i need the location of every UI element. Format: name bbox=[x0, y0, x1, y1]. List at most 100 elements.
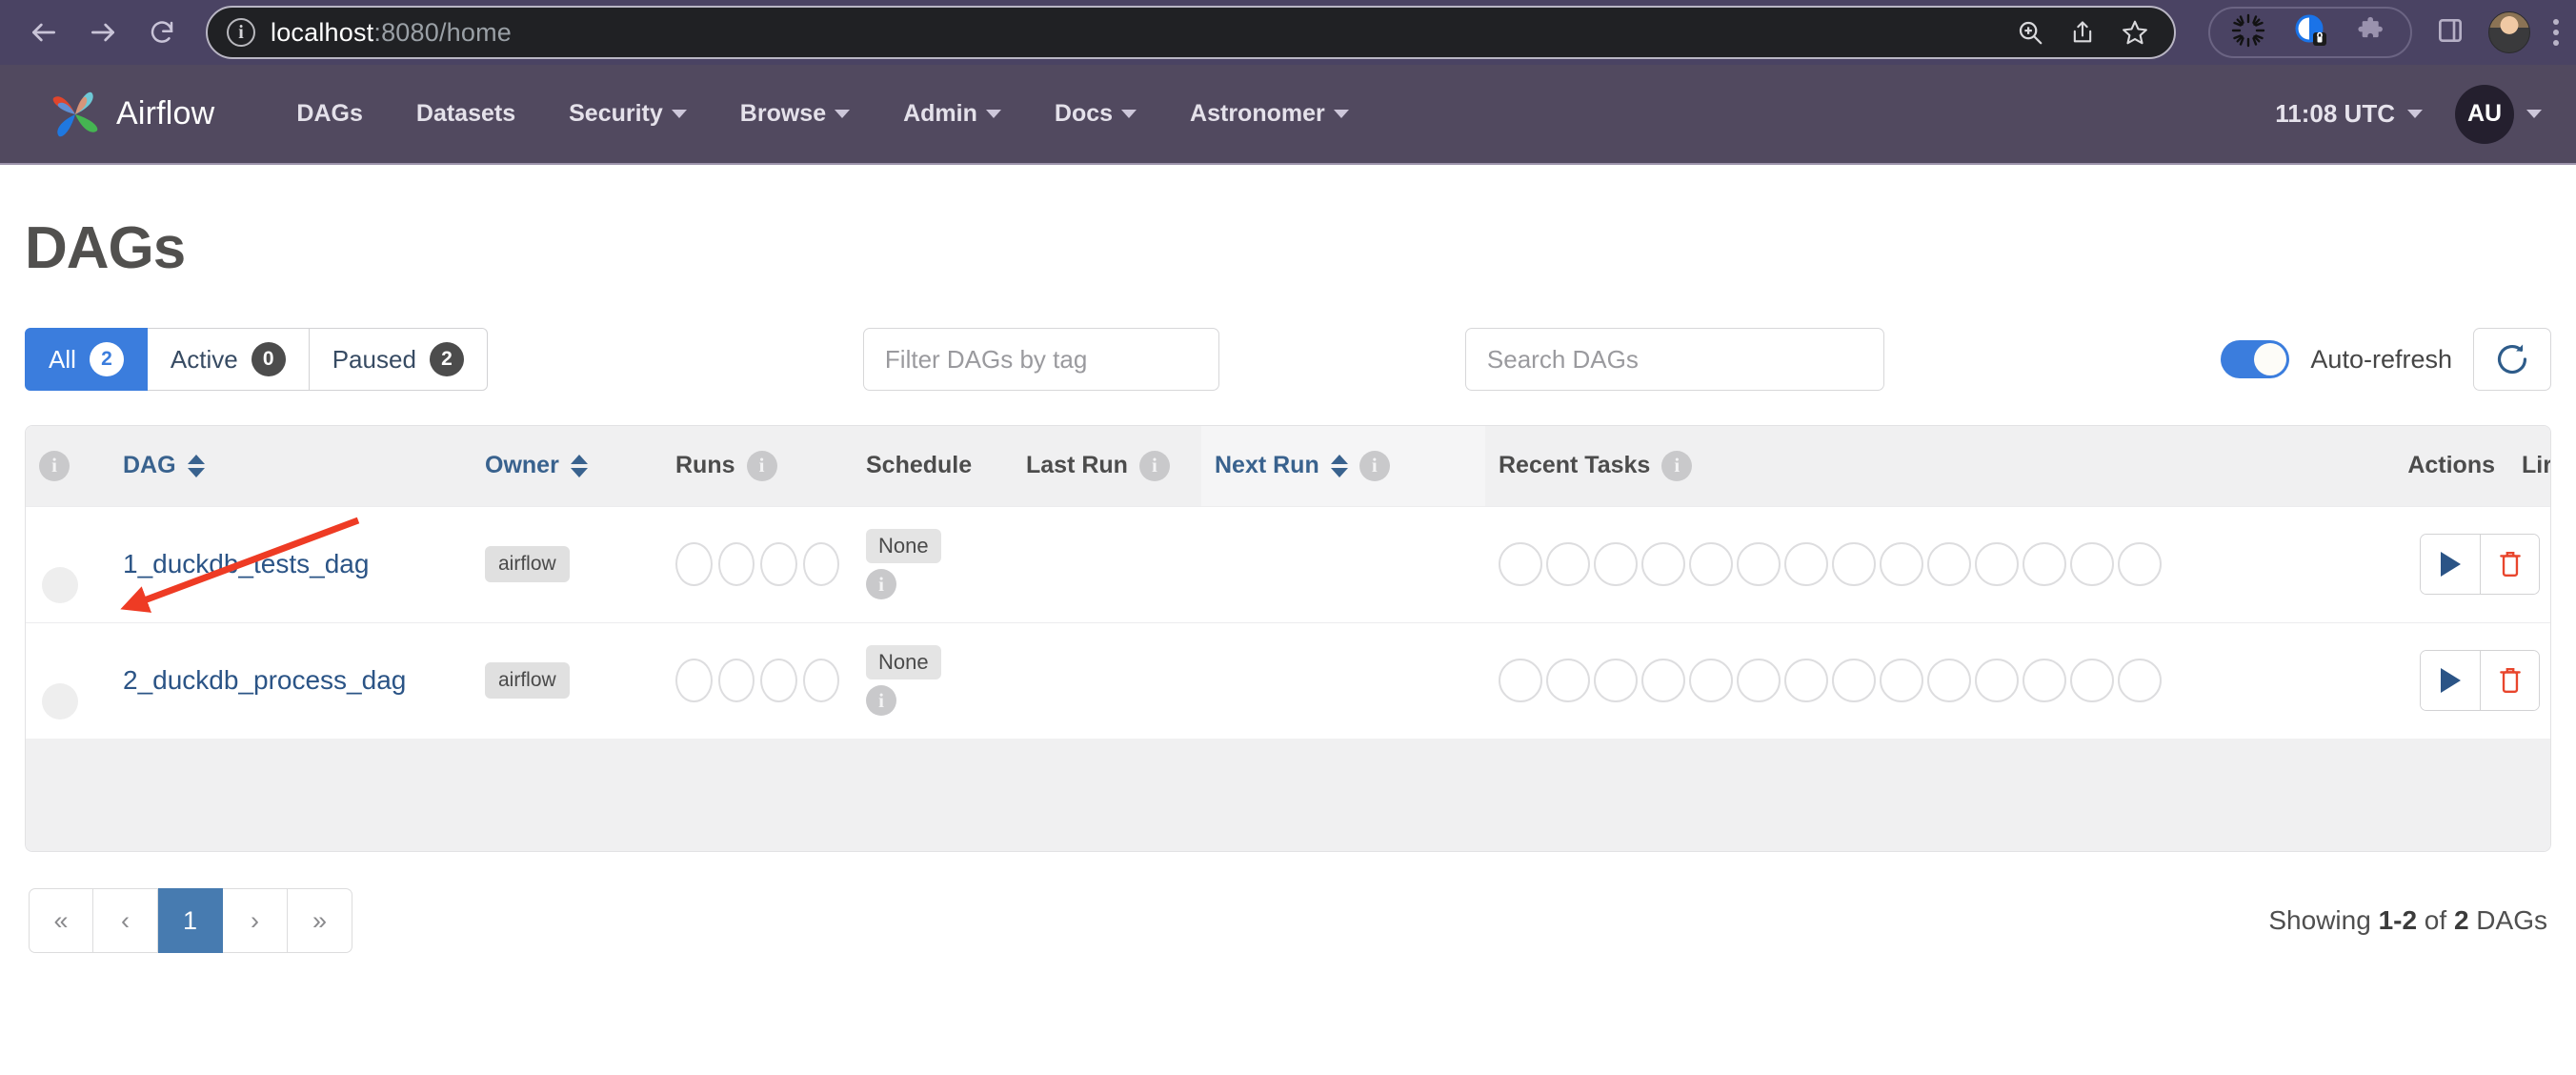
status-circle[interactable] bbox=[1832, 659, 1876, 702]
url-host: localhost bbox=[271, 18, 373, 47]
sunburst-extension-icon[interactable] bbox=[2231, 13, 2265, 52]
zoom-search-icon[interactable] bbox=[2016, 18, 2044, 47]
status-circle[interactable] bbox=[1927, 659, 1971, 702]
filter-count-badge: 2 bbox=[90, 342, 124, 376]
site-info-icon[interactable]: i bbox=[227, 18, 255, 47]
status-circle[interactable] bbox=[1927, 542, 1971, 586]
share-icon[interactable] bbox=[2069, 19, 2096, 46]
status-circle[interactable] bbox=[1832, 542, 1876, 586]
status-circle[interactable] bbox=[1499, 542, 1542, 586]
status-circle[interactable] bbox=[2023, 542, 2066, 586]
info-icon[interactable]: i bbox=[39, 451, 70, 481]
side-panel-icon[interactable] bbox=[2435, 15, 2465, 51]
user-menu[interactable]: AU bbox=[2455, 85, 2542, 144]
status-circle[interactable] bbox=[760, 659, 797, 702]
address-bar[interactable]: i localhost:8080/home bbox=[206, 6, 2176, 59]
status-circle[interactable] bbox=[1546, 542, 1590, 586]
dag-link[interactable]: 1_duckdb_tests_dag bbox=[123, 549, 369, 578]
auto-refresh-toggle[interactable] bbox=[2221, 340, 2289, 378]
status-circle[interactable] bbox=[1641, 542, 1685, 586]
recent-tasks-circles bbox=[1499, 542, 2314, 586]
status-circle[interactable] bbox=[1689, 659, 1733, 702]
info-icon[interactable]: i bbox=[1359, 451, 1390, 481]
status-circle[interactable] bbox=[718, 659, 755, 702]
status-circle[interactable] bbox=[1784, 659, 1828, 702]
pagination-next[interactable]: › bbox=[223, 888, 288, 953]
header-dag[interactable]: DAG bbox=[110, 426, 472, 506]
sort-carets-icon[interactable] bbox=[571, 455, 588, 477]
status-circle[interactable] bbox=[675, 542, 713, 586]
status-circle[interactable] bbox=[675, 659, 713, 702]
status-circle[interactable] bbox=[803, 659, 840, 702]
browser-menu-icon[interactable] bbox=[2553, 19, 2559, 46]
trigger-dag-button[interactable] bbox=[2421, 535, 2480, 594]
status-circle[interactable] bbox=[1784, 542, 1828, 586]
status-circle[interactable] bbox=[1737, 542, 1781, 586]
status-circle[interactable] bbox=[2070, 659, 2114, 702]
sort-carets-icon[interactable] bbox=[188, 455, 205, 477]
status-circle[interactable] bbox=[1499, 659, 1542, 702]
info-icon[interactable]: i bbox=[866, 569, 896, 599]
filter-tab-all[interactable]: All 2 bbox=[25, 328, 148, 391]
owner-tag[interactable]: airflow bbox=[485, 546, 570, 582]
status-circle[interactable] bbox=[2023, 659, 2066, 702]
status-circle[interactable] bbox=[1880, 659, 1923, 702]
tag-filter-input[interactable] bbox=[863, 328, 1219, 391]
status-circle[interactable] bbox=[2070, 542, 2114, 586]
info-icon[interactable]: i bbox=[747, 451, 777, 481]
owner-tag[interactable]: airflow bbox=[485, 662, 570, 699]
status-circle[interactable] bbox=[1546, 659, 1590, 702]
status-circle[interactable] bbox=[1975, 542, 2019, 586]
pagination-prev[interactable]: ‹ bbox=[93, 888, 158, 953]
nav-item-browse[interactable]: Browse bbox=[714, 91, 876, 137]
status-circle[interactable] bbox=[1880, 542, 1923, 586]
delete-dag-button[interactable] bbox=[2480, 535, 2539, 594]
filter-tab-active[interactable]: Active 0 bbox=[148, 328, 310, 391]
privacy-lock-extension-icon[interactable] bbox=[2294, 13, 2328, 52]
recent-tasks-circles bbox=[1499, 659, 2314, 702]
status-circle[interactable] bbox=[718, 542, 755, 586]
pagination-first[interactable]: « bbox=[29, 888, 93, 953]
search-input[interactable] bbox=[1465, 328, 1884, 391]
forward-arrow-icon[interactable] bbox=[76, 6, 130, 59]
info-icon[interactable]: i bbox=[1661, 451, 1692, 481]
dag-link[interactable]: 2_duckdb_process_dag bbox=[123, 665, 406, 695]
status-circle[interactable] bbox=[1975, 659, 2019, 702]
status-circle[interactable] bbox=[1594, 542, 1638, 586]
delete-dag-button[interactable] bbox=[2480, 651, 2539, 710]
nav-item-docs[interactable]: Docs bbox=[1028, 91, 1163, 137]
airflow-brand[interactable]: Airflow bbox=[48, 87, 214, 142]
trigger-dag-button[interactable] bbox=[2421, 651, 2480, 710]
profile-avatar-icon[interactable] bbox=[2488, 11, 2530, 53]
nav-item-datasets[interactable]: Datasets bbox=[390, 91, 542, 137]
refresh-button[interactable] bbox=[2473, 328, 2551, 391]
sort-carets-icon[interactable] bbox=[1331, 455, 1348, 477]
back-arrow-icon[interactable] bbox=[17, 6, 70, 59]
nav-item-admin[interactable]: Admin bbox=[876, 91, 1028, 137]
nav-item-dags[interactable]: DAGs bbox=[270, 91, 389, 137]
header-owner[interactable]: Owner bbox=[472, 426, 662, 506]
status-circle[interactable] bbox=[803, 542, 840, 586]
status-circle[interactable] bbox=[1737, 659, 1781, 702]
status-circle[interactable] bbox=[2118, 659, 2162, 702]
status-circle[interactable] bbox=[1594, 659, 1638, 702]
timezone-selector[interactable]: 11:08 UTC bbox=[2275, 99, 2423, 129]
status-circle[interactable] bbox=[1689, 542, 1733, 586]
puzzle-extensions-icon[interactable] bbox=[2357, 14, 2389, 51]
info-icon[interactable]: i bbox=[866, 685, 896, 716]
header-next-run[interactable]: Next Run i bbox=[1201, 426, 1485, 506]
airflow-navbar: Airflow DAGs Datasets Security Browse Ad… bbox=[0, 65, 2576, 165]
bookmark-star-icon[interactable] bbox=[2121, 18, 2149, 47]
nav-item-security[interactable]: Security bbox=[542, 91, 714, 137]
pagination-last[interactable]: » bbox=[288, 888, 352, 953]
table-body: 1_duckdb_tests_dagairflowNonei2_duckdb_p… bbox=[26, 506, 2551, 739]
filter-tab-paused[interactable]: Paused 2 bbox=[310, 328, 488, 391]
pagination-page-1[interactable]: 1 bbox=[158, 888, 223, 953]
reload-icon[interactable] bbox=[135, 6, 189, 59]
runs-circles bbox=[675, 659, 839, 702]
status-circle[interactable] bbox=[760, 542, 797, 586]
info-icon[interactable]: i bbox=[1139, 451, 1170, 481]
status-circle[interactable] bbox=[2118, 542, 2162, 586]
status-circle[interactable] bbox=[1641, 659, 1685, 702]
nav-item-astronomer[interactable]: Astronomer bbox=[1163, 91, 1376, 137]
